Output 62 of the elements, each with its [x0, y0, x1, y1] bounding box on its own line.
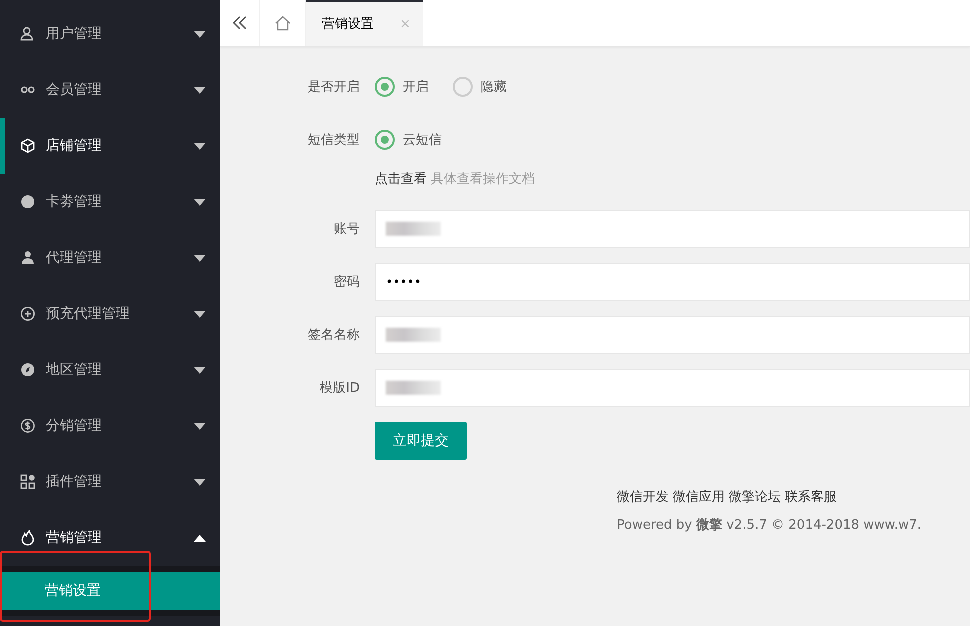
doc-hint: 点击查看 具体查看操作文档 [375, 171, 536, 188]
plus-circle-icon [20, 306, 36, 322]
footer-link[interactable]: 微信应用 [673, 488, 725, 506]
nav-item[interactable]: 分销管理 [0, 398, 220, 454]
caret-icon [194, 198, 206, 206]
caret-icon [194, 422, 206, 430]
radio-option[interactable]: 开启 [375, 77, 429, 97]
radio-option[interactable]: 云短信 [375, 130, 442, 150]
caret-icon [194, 254, 206, 262]
submit-button[interactable]: 立即提交 [375, 422, 467, 460]
blurred-value [386, 222, 441, 236]
caret-icon [194, 478, 206, 486]
circle-icon [20, 194, 36, 210]
footer-link[interactable]: 微擎论坛 [729, 488, 781, 506]
input-field[interactable]: ••••• [375, 263, 970, 301]
input-field[interactable] [375, 210, 970, 248]
caret-icon [194, 534, 206, 542]
form-label: 账号 [333, 221, 360, 238]
cube-icon [20, 138, 36, 154]
radio-label: 开启 [403, 79, 429, 96]
submenu-item[interactable]: 营销设置 [0, 572, 220, 610]
nav-item[interactable]: 店铺管理 [0, 118, 220, 174]
radio-label: 隐藏 [481, 79, 507, 96]
grid-icon [20, 474, 36, 490]
radio-button[interactable] [453, 77, 473, 97]
radio-button[interactable] [375, 77, 395, 97]
user-icon [20, 26, 36, 42]
nav-item[interactable]: 地区管理 [0, 342, 220, 398]
form-label: 密码 [333, 274, 360, 291]
blurred-value [386, 381, 441, 395]
footer-link[interactable]: 微信开发 [617, 488, 669, 506]
page-tab[interactable]: 营销设置 × [306, 0, 423, 46]
footer-link[interactable]: 联系客服 [785, 488, 837, 506]
nav-item[interactable]: 用户管理 [0, 6, 220, 62]
home-icon [274, 16, 290, 30]
radio-option[interactable]: 隐藏 [453, 77, 507, 97]
double-chevron-icon [232, 16, 246, 30]
input-field[interactable] [375, 316, 970, 354]
dollar-icon [20, 418, 36, 434]
caret-icon [194, 310, 206, 318]
nav-item[interactable]: 代理管理 [0, 230, 220, 286]
nav-item[interactable]: 营销管理 [0, 510, 220, 566]
copyright-text: Powered by 微擎 v2.5.7 © 2014-2018 www.w7. [617, 517, 923, 534]
caret-icon [194, 366, 206, 374]
flame-icon [20, 530, 36, 546]
form-label: 签名名称 [307, 327, 360, 344]
person-icon [20, 250, 36, 266]
nav-item[interactable]: 会员管理 [0, 62, 220, 118]
caret-icon [194, 142, 206, 150]
caret-icon [194, 86, 206, 94]
nav-item[interactable]: 卡劵管理 [0, 174, 220, 230]
nav-item[interactable]: 预充代理管理 [0, 286, 220, 342]
form-label: 是否开启 [307, 79, 360, 96]
form-label: 短信类型 [307, 132, 360, 149]
compass-icon [20, 362, 36, 378]
input-field[interactable] [375, 369, 970, 407]
blurred-value [386, 328, 441, 342]
radio-button[interactable] [375, 130, 395, 150]
radio-label: 云短信 [403, 132, 442, 149]
form-label: 模版ID [319, 380, 360, 397]
nav-item[interactable]: 插件管理 [0, 454, 220, 510]
caret-icon [194, 30, 206, 38]
